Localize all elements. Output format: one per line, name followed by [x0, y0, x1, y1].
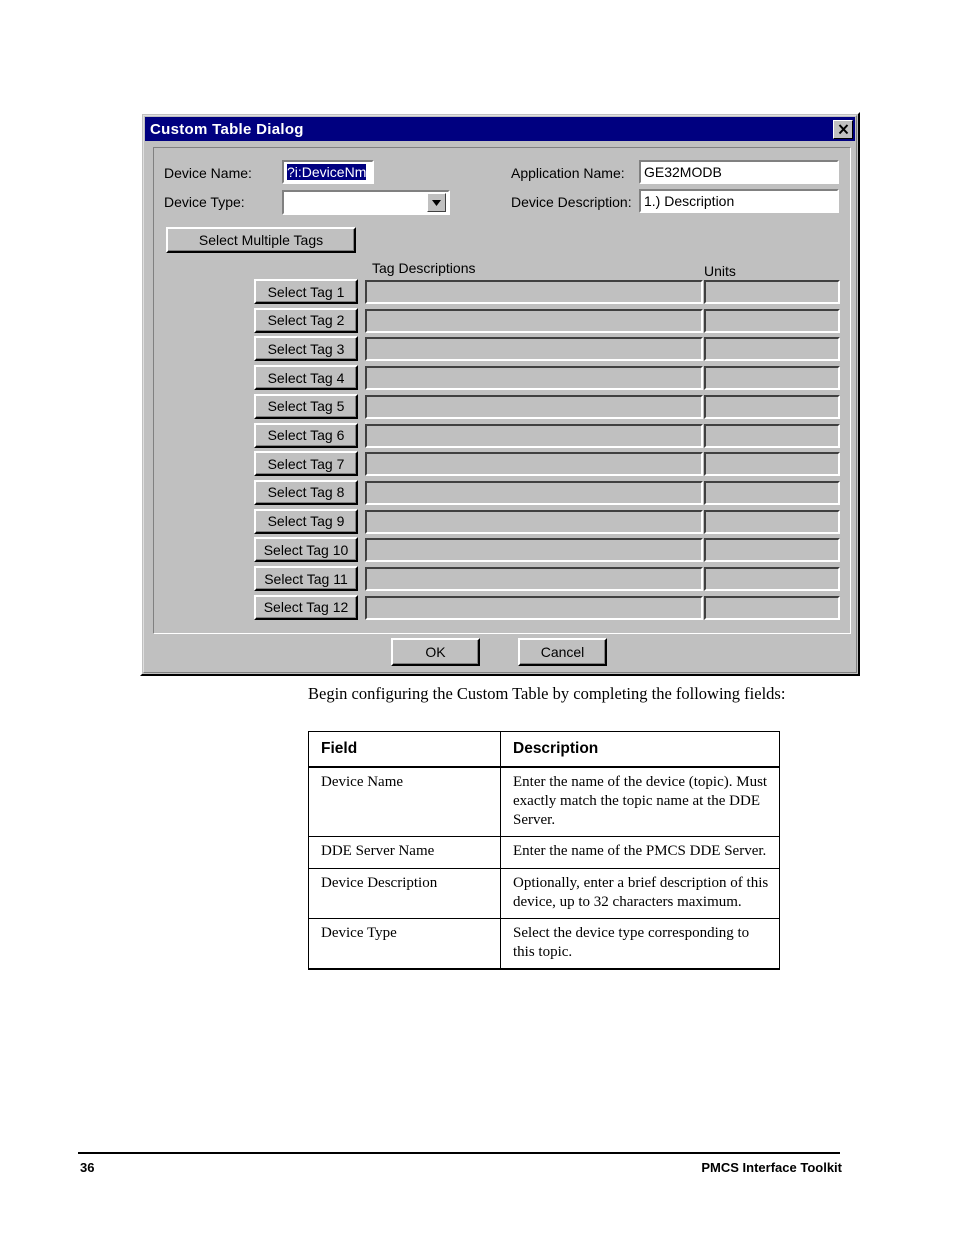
- select-tag-5-button[interactable]: Select Tag 5: [254, 393, 358, 419]
- tag-12-description-field[interactable]: [365, 595, 703, 620]
- select-multiple-tags-button[interactable]: Select Multiple Tags: [166, 227, 356, 253]
- tag-2-description-field[interactable]: [365, 308, 703, 333]
- dialog-titlebar[interactable]: Custom Table Dialog: [145, 117, 855, 141]
- tag-11-units-field[interactable]: [704, 567, 840, 591]
- close-icon[interactable]: [833, 119, 853, 139]
- footer-document-title: PMCS Interface Toolkit: [701, 1160, 842, 1175]
- application-name-value: GE32MODB: [644, 164, 722, 180]
- field-description-table: Field Description Device Name Enter the n…: [308, 730, 780, 971]
- table-cell-field: Device Name: [308, 766, 501, 838]
- select-tag-11-button[interactable]: Select Tag 11: [254, 566, 358, 591]
- table-body: Device Name Enter the name of the device …: [308, 766, 780, 971]
- device-name-input[interactable]: ?i:DeviceNm: [282, 160, 374, 184]
- table-cell-description: Select the device type corresponding to …: [500, 917, 780, 971]
- dialog-title: Custom Table Dialog: [150, 120, 304, 138]
- tag-10-description-field[interactable]: [365, 538, 703, 563]
- table-header-description: Description: [500, 730, 780, 768]
- device-description-label: Device Description:: [511, 194, 632, 210]
- table-cell-description: Optionally, enter a brief description of…: [500, 867, 780, 919]
- table-row: Device Name Enter the name of the device …: [308, 766, 780, 838]
- tag-5-units-field[interactable]: [704, 394, 840, 419]
- select-tag-1-button[interactable]: Select Tag 1: [254, 279, 358, 304]
- tag-11-description-field[interactable]: [365, 567, 703, 591]
- table-cell-description: Enter the name of the PMCS DDE Server.: [500, 836, 780, 869]
- table-header-field: Field: [308, 730, 501, 768]
- table-row: Device Type Select the device type corres…: [308, 917, 780, 971]
- tag-4-units-field[interactable]: [704, 366, 840, 391]
- select-tag-6-button[interactable]: Select Tag 6: [254, 422, 358, 448]
- select-tag-7-button[interactable]: Select Tag 7: [254, 451, 358, 477]
- tag-9-description-field[interactable]: [365, 509, 703, 534]
- table-cell-field: DDE Server Name: [308, 836, 501, 869]
- device-name-value: ?i:DeviceNm: [287, 164, 367, 180]
- tag-descriptions-column-header: Tag Descriptions: [372, 260, 476, 276]
- select-tag-10-button[interactable]: Select Tag 10: [254, 537, 358, 563]
- table-header-row: Field Description: [308, 730, 780, 768]
- select-tag-2-button[interactable]: Select Tag 2: [254, 307, 358, 333]
- select-tag-8-button[interactable]: Select Tag 8: [254, 479, 358, 505]
- tag-5-description-field[interactable]: [365, 394, 703, 419]
- tag-3-description-field[interactable]: [365, 337, 703, 362]
- tag-7-description-field[interactable]: [365, 452, 703, 477]
- tag-8-units-field[interactable]: [704, 480, 840, 505]
- cancel-button[interactable]: Cancel: [518, 638, 607, 666]
- table-row: Device Description Optionally, enter a br…: [308, 867, 780, 919]
- tag-2-units-field[interactable]: [704, 308, 840, 333]
- ok-button[interactable]: OK: [391, 638, 480, 666]
- tag-6-units-field[interactable]: [704, 423, 840, 448]
- tag-8-description-field[interactable]: [365, 480, 703, 505]
- tag-12-units-field[interactable]: [704, 595, 840, 620]
- device-type-select[interactable]: [282, 190, 450, 215]
- table-cell-field: Device Type: [308, 917, 501, 971]
- device-description-value: 1.) Description: [644, 193, 735, 209]
- select-tag-12-button[interactable]: Select Tag 12: [254, 594, 358, 620]
- intro-paragraph: Begin configuring the Custom Table by co…: [308, 684, 786, 703]
- device-description-input[interactable]: 1.) Description: [639, 189, 839, 213]
- select-tag-4-button[interactable]: Select Tag 4: [254, 365, 358, 391]
- custom-table-dialog: Custom Table Dialog Device Name: ?i:Devi…: [140, 112, 860, 676]
- select-tag-9-button[interactable]: Select Tag 9: [254, 508, 358, 534]
- device-type-label: Device Type:: [164, 194, 245, 210]
- table-row: DDE Server Name Enter the name of the PMC…: [308, 836, 780, 869]
- application-name-label: Application Name:: [511, 165, 625, 181]
- table-cell-description: Enter the name of the device (topic). Mu…: [500, 766, 780, 838]
- tag-6-description-field[interactable]: [365, 423, 703, 448]
- tag-4-description-field[interactable]: [365, 366, 703, 391]
- application-name-input[interactable]: GE32MODB: [639, 160, 839, 184]
- select-tag-3-button[interactable]: Select Tag 3: [254, 336, 358, 362]
- tag-7-units-field[interactable]: [704, 452, 840, 477]
- tag-9-units-field[interactable]: [704, 509, 840, 534]
- chevron-down-icon[interactable]: [427, 193, 446, 212]
- tag-1-description-field[interactable]: [365, 280, 703, 304]
- footer-divider: [78, 1152, 840, 1154]
- device-name-label: Device Name:: [164, 165, 252, 181]
- footer-page-number: 36: [80, 1160, 95, 1175]
- units-column-header: Units: [704, 263, 736, 279]
- tag-3-units-field[interactable]: [704, 337, 840, 362]
- tag-10-units-field[interactable]: [704, 538, 840, 563]
- tag-1-units-field[interactable]: [704, 280, 840, 304]
- table-cell-field: Device Description: [308, 867, 501, 919]
